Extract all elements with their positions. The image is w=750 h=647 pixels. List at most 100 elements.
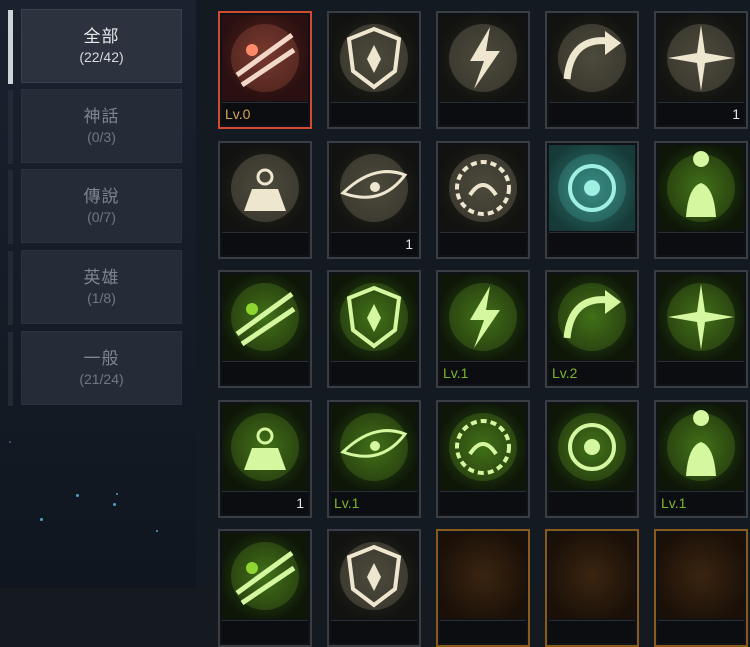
tab-label: 全部 [83, 27, 120, 46]
card-info-bar: Lv.1 [331, 491, 417, 514]
card-info-bar: 1 [658, 102, 744, 125]
skill-card[interactable] [545, 529, 639, 647]
card-info-bar [440, 620, 526, 643]
skill-card[interactable] [654, 141, 748, 259]
category-sidebar: 全部 (22/42) 神話 (0/3) 傳說 (0/7) 英雄 (1/8) 一般… [0, 0, 196, 588]
level-label: Lv.1 [334, 495, 360, 511]
starburst-icon [658, 15, 744, 101]
tab-heroic[interactable]: 英雄 (1/8) [8, 250, 182, 325]
skill-card[interactable] [436, 529, 530, 647]
card-info-bar [222, 232, 308, 255]
card-info-bar [331, 102, 417, 125]
teal-rune-icon [549, 145, 635, 231]
sword-swirl-icon [549, 274, 635, 360]
card-info-bar [549, 232, 635, 255]
eye-icon [331, 145, 417, 231]
dagger-orb-icon [549, 404, 635, 490]
skill-card[interactable] [545, 400, 639, 518]
cross-circle-icon [222, 533, 308, 619]
ornate-sword-icon [440, 404, 526, 490]
skill-card[interactable]: Lv.1 [654, 400, 748, 518]
thorn-ring-icon [440, 145, 526, 231]
scroll-icon [331, 533, 417, 619]
tab-label: 英雄 [83, 268, 120, 287]
card-info-bar [440, 491, 526, 514]
card-info-bar [331, 361, 417, 384]
level-label: Lv.1 [661, 495, 687, 511]
amber-blank-icon [549, 533, 635, 619]
tab-count: (0/7) [87, 209, 116, 225]
skill-card[interactable] [545, 141, 639, 259]
skill-card[interactable] [218, 270, 312, 388]
tab-legendary[interactable]: 傳說 (0/7) [8, 169, 182, 244]
shield-crest-icon [331, 15, 417, 101]
quantity-label: 1 [405, 236, 413, 252]
card-info-bar: Lv.1 [658, 491, 744, 514]
dual-blades-slash-icon [222, 15, 308, 101]
skill-card[interactable]: 1 [218, 400, 312, 518]
lightning-bolt-icon [440, 15, 526, 101]
card-info-bar [549, 491, 635, 514]
skill-card[interactable] [545, 11, 639, 129]
card-info-bar: Lv.2 [549, 361, 635, 384]
skill-card[interactable] [436, 141, 530, 259]
tab-mythic[interactable]: 神話 (0/3) [8, 89, 182, 164]
tab-all[interactable]: 全部 (22/42) [8, 9, 182, 84]
skill-card[interactable] [436, 11, 530, 129]
skill-card[interactable] [654, 270, 748, 388]
skill-card[interactable] [327, 529, 421, 647]
card-info-bar [658, 361, 744, 384]
card-info-bar [331, 620, 417, 643]
amber-blank-icon [440, 533, 526, 619]
card-info-bar [440, 232, 526, 255]
card-info-bar [549, 620, 635, 643]
level-label: Lv.2 [552, 365, 578, 381]
tab-rail [8, 90, 13, 164]
skill-grid: Lv.0 1 1 Lv.1 Lv.2 1 Lv.1 Lv.1 [196, 0, 750, 647]
quantity-label: 1 [732, 106, 740, 122]
tab-normal[interactable]: 一般 (21/24) [8, 331, 182, 406]
dash-runner-icon [222, 274, 308, 360]
skill-card[interactable] [218, 529, 312, 647]
tab-count: (21/24) [79, 371, 124, 387]
tab-rail [8, 332, 13, 406]
sigil-orb-icon [440, 274, 526, 360]
crowd-silhouette-icon [658, 274, 744, 360]
tab-label: 一般 [83, 349, 120, 368]
skill-card[interactable]: Lv.0 [218, 11, 312, 129]
star-burst-orb-icon [222, 404, 308, 490]
skill-card[interactable] [327, 11, 421, 129]
card-info-bar [658, 232, 744, 255]
armor-emblem-icon [331, 404, 417, 490]
tab-rail [8, 170, 13, 244]
quantity-label: 1 [296, 495, 304, 511]
curved-arrow-icon [549, 15, 635, 101]
selected-indicator [8, 10, 13, 84]
silhouette-aura-icon [658, 145, 744, 231]
skill-card[interactable] [654, 529, 748, 647]
weight-sparkle-icon [222, 145, 308, 231]
heart-pulse-icon [658, 404, 744, 490]
level-label: Lv.1 [443, 365, 469, 381]
skill-card[interactable]: Lv.1 [436, 270, 530, 388]
skill-card[interactable] [327, 270, 421, 388]
tab-count: (1/8) [87, 290, 116, 306]
skill-card[interactable]: Lv.2 [545, 270, 639, 388]
star-cycle-icon [331, 274, 417, 360]
card-info-bar: 1 [331, 232, 417, 255]
card-info-bar [222, 620, 308, 643]
amber-blade-icon [658, 533, 744, 619]
skill-card[interactable]: Lv.1 [327, 400, 421, 518]
tab-label: 傳說 [83, 187, 120, 206]
skill-card[interactable]: 1 [327, 141, 421, 259]
tab-label: 神話 [83, 107, 120, 126]
card-info-bar [222, 361, 308, 384]
card-info-bar [440, 102, 526, 125]
skill-card[interactable] [218, 141, 312, 259]
skill-card[interactable]: 1 [654, 11, 748, 129]
card-info-bar: 1 [222, 491, 308, 514]
card-info-bar [549, 102, 635, 125]
card-info-bar: Lv.0 [222, 102, 308, 125]
card-info-bar [658, 620, 744, 643]
skill-card[interactable] [436, 400, 530, 518]
